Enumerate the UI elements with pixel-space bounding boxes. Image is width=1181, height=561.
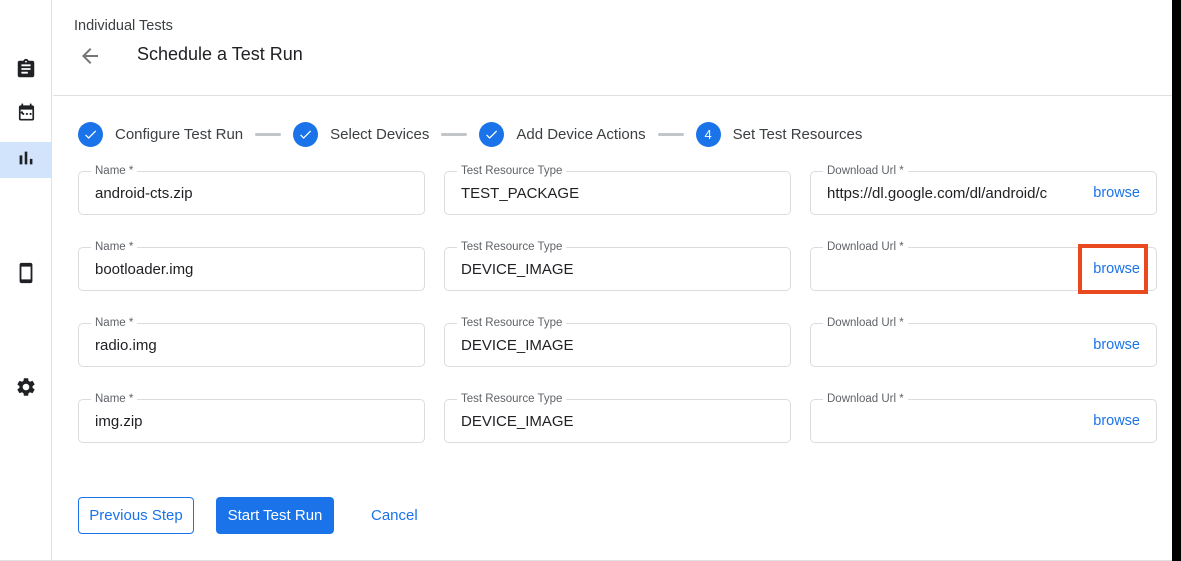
download-url-field[interactable]: Download Url * browse xyxy=(810,399,1157,443)
name-value: radio.img xyxy=(79,337,424,354)
sidebar xyxy=(0,0,52,560)
step-number: 4 xyxy=(696,122,721,147)
step-label: Select Devices xyxy=(330,126,429,143)
step-configure-test-run[interactable]: Configure Test Run xyxy=(78,122,243,147)
bar-chart-icon xyxy=(15,147,37,174)
resource-type-field[interactable]: Test Resource Type DEVICE_IMAGE xyxy=(444,323,791,367)
action-bar: Previous Step Start Test Run Cancel xyxy=(78,497,418,534)
step-label: Add Device Actions xyxy=(516,126,645,143)
step-connector xyxy=(441,133,467,136)
download-url-value: https://dl.google.com/dl/android/c xyxy=(811,185,1093,202)
field-label: Test Resource Type xyxy=(457,316,566,330)
step-complete-check-icon xyxy=(78,122,103,147)
field-label: Name * xyxy=(91,316,137,330)
browse-link[interactable]: browse xyxy=(1093,337,1156,353)
sidebar-item-plans[interactable] xyxy=(0,97,52,133)
field-label: Test Resource Type xyxy=(457,240,566,254)
name-value: bootloader.img xyxy=(79,261,424,278)
sidebar-item-test-runs[interactable] xyxy=(0,142,52,178)
sidebar-item-settings[interactable] xyxy=(0,371,52,407)
app-frame: Individual Tests Schedule a Test Run Con… xyxy=(0,0,1181,561)
name-value: img.zip xyxy=(79,413,424,430)
sidebar-item-devices[interactable] xyxy=(0,257,52,293)
download-url-field[interactable]: Download Url * https://dl.google.com/dl/… xyxy=(810,171,1157,215)
download-url-field[interactable]: Download Url * browse xyxy=(810,247,1157,291)
browse-link[interactable]: browse xyxy=(1093,413,1156,429)
browse-link[interactable]: browse xyxy=(1093,261,1156,277)
field-label: Download Url * xyxy=(823,240,908,254)
clipboard-icon xyxy=(15,58,37,85)
resource-type-field[interactable]: Test Resource Type DEVICE_IMAGE xyxy=(444,247,791,291)
back-button[interactable] xyxy=(78,44,102,68)
gear-icon xyxy=(15,376,37,403)
page-title: Schedule a Test Run xyxy=(137,44,303,65)
step-complete-check-icon xyxy=(293,122,318,147)
test-resources-form: Name * android-cts.zip Test Resource Typ… xyxy=(78,171,1157,443)
name-field[interactable]: Name * bootloader.img xyxy=(78,247,425,291)
step-label: Configure Test Run xyxy=(115,126,243,143)
resource-type-value: DEVICE_IMAGE xyxy=(445,337,790,354)
field-label: Test Resource Type xyxy=(457,164,566,178)
window-right-edge xyxy=(1172,0,1181,561)
calendar-icon xyxy=(15,102,37,129)
step-connector xyxy=(255,133,281,136)
arrow-back-icon xyxy=(78,55,102,72)
step-add-device-actions[interactable]: Add Device Actions xyxy=(479,122,645,147)
name-field[interactable]: Name * radio.img xyxy=(78,323,425,367)
field-label: Download Url * xyxy=(823,164,908,178)
previous-step-button[interactable]: Previous Step xyxy=(78,497,194,534)
resource-type-value: TEST_PACKAGE xyxy=(445,185,790,202)
step-select-devices[interactable]: Select Devices xyxy=(293,122,429,147)
resource-type-value: DEVICE_IMAGE xyxy=(445,261,790,278)
step-set-test-resources[interactable]: 4 Set Test Resources xyxy=(696,122,863,147)
field-label: Download Url * xyxy=(823,316,908,330)
start-test-run-button[interactable]: Start Test Run xyxy=(216,497,334,534)
step-label: Set Test Resources xyxy=(733,126,863,143)
browse-link[interactable]: browse xyxy=(1093,185,1156,201)
field-label: Test Resource Type xyxy=(457,392,566,406)
breadcrumb: Individual Tests xyxy=(74,18,173,34)
field-label: Name * xyxy=(91,240,137,254)
name-field[interactable]: Name * android-cts.zip xyxy=(78,171,425,215)
name-value: android-cts.zip xyxy=(79,185,424,202)
download-url-field[interactable]: Download Url * browse xyxy=(810,323,1157,367)
stepper: Configure Test Run Select Devices Add De… xyxy=(78,122,862,147)
cancel-button[interactable]: Cancel xyxy=(371,497,418,534)
step-connector xyxy=(658,133,684,136)
step-complete-check-icon xyxy=(479,122,504,147)
resource-type-field[interactable]: Test Resource Type TEST_PACKAGE xyxy=(444,171,791,215)
resource-type-value: DEVICE_IMAGE xyxy=(445,413,790,430)
name-field[interactable]: Name * img.zip xyxy=(78,399,425,443)
resource-type-field[interactable]: Test Resource Type DEVICE_IMAGE xyxy=(444,399,791,443)
page-header: Individual Tests Schedule a Test Run xyxy=(53,0,1172,96)
smartphone-icon xyxy=(15,262,37,289)
sidebar-item-tests[interactable] xyxy=(0,53,52,89)
field-label: Download Url * xyxy=(823,392,908,406)
field-label: Name * xyxy=(91,392,137,406)
field-label: Name * xyxy=(91,164,137,178)
